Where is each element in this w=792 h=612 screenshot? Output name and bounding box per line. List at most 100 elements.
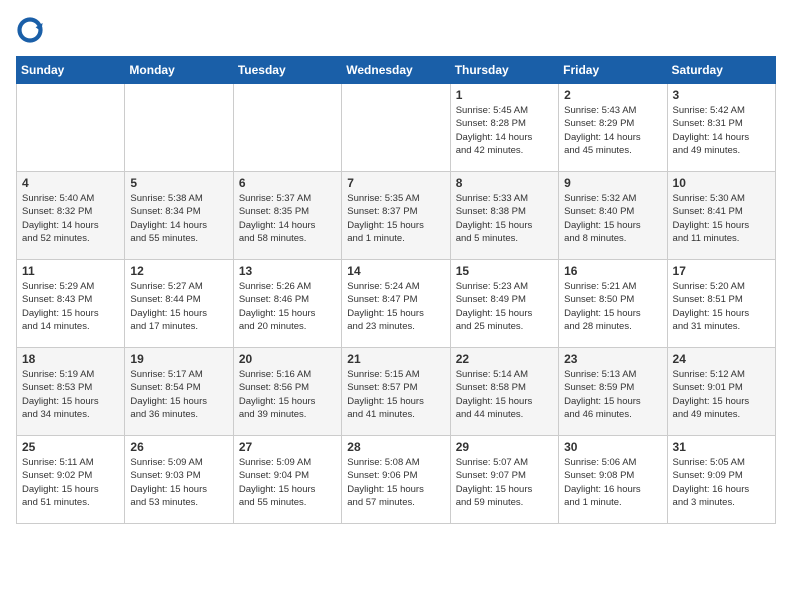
day-info: Sunrise: 5:38 AM Sunset: 8:34 PM Dayligh… — [130, 192, 227, 245]
day-info: Sunrise: 5:43 AM Sunset: 8:29 PM Dayligh… — [564, 104, 661, 157]
day-info: Sunrise: 5:11 AM Sunset: 9:02 PM Dayligh… — [22, 456, 119, 509]
calendar-cell: 6 Sunrise: 5:37 AM Sunset: 8:35 PM Daylig… — [233, 172, 341, 260]
day-info: Sunrise: 5:29 AM Sunset: 8:43 PM Dayligh… — [22, 280, 119, 333]
day-info: Sunrise: 5:13 AM Sunset: 8:59 PM Dayligh… — [564, 368, 661, 421]
day-number: 16 — [564, 264, 661, 278]
day-info: Sunrise: 5:14 AM Sunset: 8:58 PM Dayligh… — [456, 368, 553, 421]
day-info: Sunrise: 5:21 AM Sunset: 8:50 PM Dayligh… — [564, 280, 661, 333]
day-number: 26 — [130, 440, 227, 454]
calendar-cell: 12 Sunrise: 5:27 AM Sunset: 8:44 PM Dayli… — [125, 260, 233, 348]
day-info: Sunrise: 5:37 AM Sunset: 8:35 PM Dayligh… — [239, 192, 336, 245]
day-number: 23 — [564, 352, 661, 366]
calendar-header-sunday: Sunday — [17, 57, 125, 84]
calendar-week-4: 18Sunrise: 5:19 AM Sunset: 8:53 PM Dayli… — [17, 348, 776, 436]
day-number: 8 — [456, 176, 553, 190]
calendar-cell: 28Sunrise: 5:08 AM Sunset: 9:06 PM Dayli… — [342, 436, 450, 524]
logo — [16, 16, 48, 44]
day-info: Sunrise: 5:42 AM Sunset: 8:31 PM Dayligh… — [673, 104, 770, 157]
calendar-cell: 9 Sunrise: 5:32 AM Sunset: 8:40 PM Daylig… — [559, 172, 667, 260]
day-info: Sunrise: 5:30 AM Sunset: 8:41 PM Dayligh… — [673, 192, 770, 245]
day-number: 31 — [673, 440, 770, 454]
day-number: 22 — [456, 352, 553, 366]
day-info: Sunrise: 5:12 AM Sunset: 9:01 PM Dayligh… — [673, 368, 770, 421]
calendar-header-wednesday: Wednesday — [342, 57, 450, 84]
calendar-cell: 26 Sunrise: 5:09 AM Sunset: 9:03 PM Dayli… — [125, 436, 233, 524]
day-number: 13 — [239, 264, 336, 278]
day-number: 6 — [239, 176, 336, 190]
calendar-cell — [125, 84, 233, 172]
calendar-cell: 4 Sunrise: 5:40 AM Sunset: 8:32 PM Daylig… — [17, 172, 125, 260]
calendar-header-monday: Monday — [125, 57, 233, 84]
calendar-cell: 30 Sunrise: 5:06 AM Sunset: 9:08 PM Dayli… — [559, 436, 667, 524]
day-info: Sunrise: 5:05 AM Sunset: 9:09 PM Dayligh… — [673, 456, 770, 509]
day-number: 21 — [347, 352, 444, 366]
calendar-cell: 2 Sunrise: 5:43 AM Sunset: 8:29 PM Daylig… — [559, 84, 667, 172]
calendar-cell: 13Sunrise: 5:26 AM Sunset: 8:46 PM Dayli… — [233, 260, 341, 348]
calendar-cell: 31 Sunrise: 5:05 AM Sunset: 9:09 PM Dayli… — [667, 436, 775, 524]
calendar-header-thursday: Thursday — [450, 57, 558, 84]
calendar-table: SundayMondayTuesdayWednesdayThursdayFrid… — [16, 56, 776, 524]
day-number: 14 — [347, 264, 444, 278]
calendar-cell — [17, 84, 125, 172]
calendar-header-tuesday: Tuesday — [233, 57, 341, 84]
day-info: Sunrise: 5:20 AM Sunset: 8:51 PM Dayligh… — [673, 280, 770, 333]
calendar-header-friday: Friday — [559, 57, 667, 84]
calendar-cell — [342, 84, 450, 172]
calendar-cell: 15 Sunrise: 5:23 AM Sunset: 8:49 PM Dayli… — [450, 260, 558, 348]
day-number: 29 — [456, 440, 553, 454]
calendar-cell: 11Sunrise: 5:29 AM Sunset: 8:43 PM Dayli… — [17, 260, 125, 348]
header — [16, 16, 776, 44]
calendar-cell: 21 Sunrise: 5:15 AM Sunset: 8:57 PM Dayli… — [342, 348, 450, 436]
calendar-week-3: 11Sunrise: 5:29 AM Sunset: 8:43 PM Dayli… — [17, 260, 776, 348]
logo-icon — [16, 16, 44, 44]
day-number: 20 — [239, 352, 336, 366]
calendar-week-1: 1 Sunrise: 5:45 AM Sunset: 8:28 PM Daylig… — [17, 84, 776, 172]
calendar-cell: 18Sunrise: 5:19 AM Sunset: 8:53 PM Dayli… — [17, 348, 125, 436]
calendar-cell: 27Sunrise: 5:09 AM Sunset: 9:04 PM Dayli… — [233, 436, 341, 524]
calendar-cell: 24 Sunrise: 5:12 AM Sunset: 9:01 PM Dayli… — [667, 348, 775, 436]
calendar-cell: 1 Sunrise: 5:45 AM Sunset: 8:28 PM Daylig… — [450, 84, 558, 172]
day-number: 28 — [347, 440, 444, 454]
day-number: 27 — [239, 440, 336, 454]
day-info: Sunrise: 5:06 AM Sunset: 9:08 PM Dayligh… — [564, 456, 661, 509]
calendar-cell: 20 Sunrise: 5:16 AM Sunset: 8:56 PM Dayli… — [233, 348, 341, 436]
day-number: 12 — [130, 264, 227, 278]
day-info: Sunrise: 5:27 AM Sunset: 8:44 PM Dayligh… — [130, 280, 227, 333]
day-number: 5 — [130, 176, 227, 190]
calendar-cell: 22 Sunrise: 5:14 AM Sunset: 8:58 PM Dayli… — [450, 348, 558, 436]
day-info: Sunrise: 5:40 AM Sunset: 8:32 PM Dayligh… — [22, 192, 119, 245]
day-number: 1 — [456, 88, 553, 102]
day-number: 9 — [564, 176, 661, 190]
calendar-cell: 23 Sunrise: 5:13 AM Sunset: 8:59 PM Dayli… — [559, 348, 667, 436]
calendar-header-row: SundayMondayTuesdayWednesdayThursdayFrid… — [17, 57, 776, 84]
day-number: 3 — [673, 88, 770, 102]
calendar-cell: 14Sunrise: 5:24 AM Sunset: 8:47 PM Dayli… — [342, 260, 450, 348]
calendar-cell — [233, 84, 341, 172]
calendar-cell: 19 Sunrise: 5:17 AM Sunset: 8:54 PM Dayli… — [125, 348, 233, 436]
day-number: 2 — [564, 88, 661, 102]
calendar-cell: 16 Sunrise: 5:21 AM Sunset: 8:50 PM Dayli… — [559, 260, 667, 348]
day-number: 30 — [564, 440, 661, 454]
day-info: Sunrise: 5:45 AM Sunset: 8:28 PM Dayligh… — [456, 104, 553, 157]
day-number: 25 — [22, 440, 119, 454]
day-number: 24 — [673, 352, 770, 366]
day-info: Sunrise: 5:32 AM Sunset: 8:40 PM Dayligh… — [564, 192, 661, 245]
day-info: Sunrise: 5:16 AM Sunset: 8:56 PM Dayligh… — [239, 368, 336, 421]
page: SundayMondayTuesdayWednesdayThursdayFrid… — [0, 0, 792, 540]
day-number: 10 — [673, 176, 770, 190]
day-number: 4 — [22, 176, 119, 190]
day-info: Sunrise: 5:23 AM Sunset: 8:49 PM Dayligh… — [456, 280, 553, 333]
calendar-cell: 29 Sunrise: 5:07 AM Sunset: 9:07 PM Dayli… — [450, 436, 558, 524]
day-info: Sunrise: 5:15 AM Sunset: 8:57 PM Dayligh… — [347, 368, 444, 421]
calendar-cell: 3 Sunrise: 5:42 AM Sunset: 8:31 PM Daylig… — [667, 84, 775, 172]
day-info: Sunrise: 5:17 AM Sunset: 8:54 PM Dayligh… — [130, 368, 227, 421]
calendar-week-2: 4 Sunrise: 5:40 AM Sunset: 8:32 PM Daylig… — [17, 172, 776, 260]
day-number: 15 — [456, 264, 553, 278]
calendar-cell: 10 Sunrise: 5:30 AM Sunset: 8:41 PM Dayli… — [667, 172, 775, 260]
day-number: 19 — [130, 352, 227, 366]
calendar-cell: 17Sunrise: 5:20 AM Sunset: 8:51 PM Dayli… — [667, 260, 775, 348]
day-info: Sunrise: 5:35 AM Sunset: 8:37 PM Dayligh… — [347, 192, 444, 245]
calendar-cell: 25 Sunrise: 5:11 AM Sunset: 9:02 PM Dayli… — [17, 436, 125, 524]
day-info: Sunrise: 5:07 AM Sunset: 9:07 PM Dayligh… — [456, 456, 553, 509]
day-info: Sunrise: 5:09 AM Sunset: 9:03 PM Dayligh… — [130, 456, 227, 509]
